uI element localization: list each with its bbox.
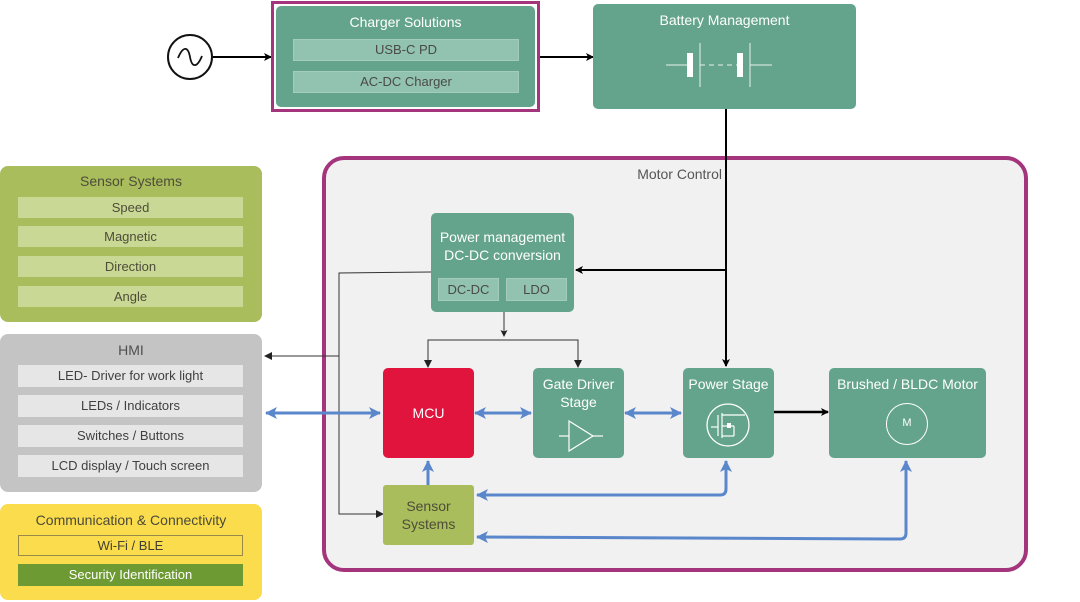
sensor-item-direction: Direction xyxy=(18,256,243,277)
communication-title: Communication & Connectivity xyxy=(35,512,227,528)
inner-sensor-title-line1: Sensor xyxy=(406,498,451,514)
sensor-item-angle: Angle xyxy=(18,286,243,307)
sensor-systems-title: Sensor Systems xyxy=(80,173,182,189)
charger-item-ac-dc: AC-DC Charger xyxy=(293,71,519,93)
mcu-block: MCU xyxy=(383,368,474,458)
charger-item-usbc-pd: USB-C PD xyxy=(293,39,519,61)
inner-sensor-systems-block: Sensor Systems xyxy=(383,485,474,545)
gate-driver-title-line1: Gate Driver xyxy=(542,376,615,392)
mosfet-icon xyxy=(706,403,750,447)
battery-management-block: Battery Management xyxy=(593,4,856,109)
sensor-item-speed: Speed xyxy=(18,197,243,218)
motor-symbol-icon: M xyxy=(886,403,928,445)
motor-title: Brushed / BLDC Motor xyxy=(837,376,978,392)
charger-solutions-frame: Charger Solutions USB-C PD AC-DC Charger xyxy=(271,1,540,112)
power-management-title-line1: Power management xyxy=(439,229,566,245)
pm-item-ldo: LDO xyxy=(506,278,567,301)
pm-item-dc-dc: DC-DC xyxy=(438,278,499,301)
mcu-title: MCU xyxy=(412,405,445,421)
power-management-block: Power management DC-DC conversion DC-DC … xyxy=(431,213,574,312)
battery-management-title: Battery Management xyxy=(659,12,790,28)
link-sensor-motor xyxy=(476,460,912,544)
wire-pm-split xyxy=(427,339,579,366)
power-stage-block: Power Stage xyxy=(683,368,774,458)
inner-sensor-title-line2: Systems xyxy=(401,516,456,532)
hmi-item-switches-buttons: Switches / Buttons xyxy=(18,425,243,447)
hmi-item-lcd-touch: LCD display / Touch screen xyxy=(18,455,243,477)
hmi-title: HMI xyxy=(118,342,144,358)
motor-block: Brushed / BLDC Motor M xyxy=(829,368,986,458)
power-stage-title: Power Stage xyxy=(688,376,769,392)
comm-item-wifi-ble: Wi-Fi / BLE xyxy=(18,535,243,556)
power-management-title-line2: DC-DC conversion xyxy=(444,247,561,263)
ac-source-icon xyxy=(167,34,213,80)
communication-block: Communication & Connectivity Wi-Fi / BLE… xyxy=(0,504,262,600)
comm-item-security-identification: Security Identification xyxy=(18,564,243,586)
hmi-item-leds-indicators: LEDs / Indicators xyxy=(18,395,243,417)
gate-driver-block: Gate Driver Stage xyxy=(533,368,624,458)
hmi-item-led-driver: LED- Driver for work light xyxy=(18,365,243,387)
amplifier-icon xyxy=(559,419,603,453)
motor-symbol-label: M xyxy=(902,417,912,429)
sensor-systems-block: Sensor Systems Speed Magnetic Direction … xyxy=(0,166,262,322)
battery-icon xyxy=(666,43,772,87)
gate-driver-title-line2: Stage xyxy=(560,394,597,410)
sensor-item-magnetic: Magnetic xyxy=(18,226,243,247)
hmi-block: HMI LED- Driver for work light LEDs / In… xyxy=(0,334,262,492)
link-sensor-power-stage xyxy=(476,460,732,501)
charger-solutions-title: Charger Solutions xyxy=(349,14,462,30)
charger-solutions-block: Charger Solutions USB-C PD AC-DC Charger xyxy=(276,6,535,107)
